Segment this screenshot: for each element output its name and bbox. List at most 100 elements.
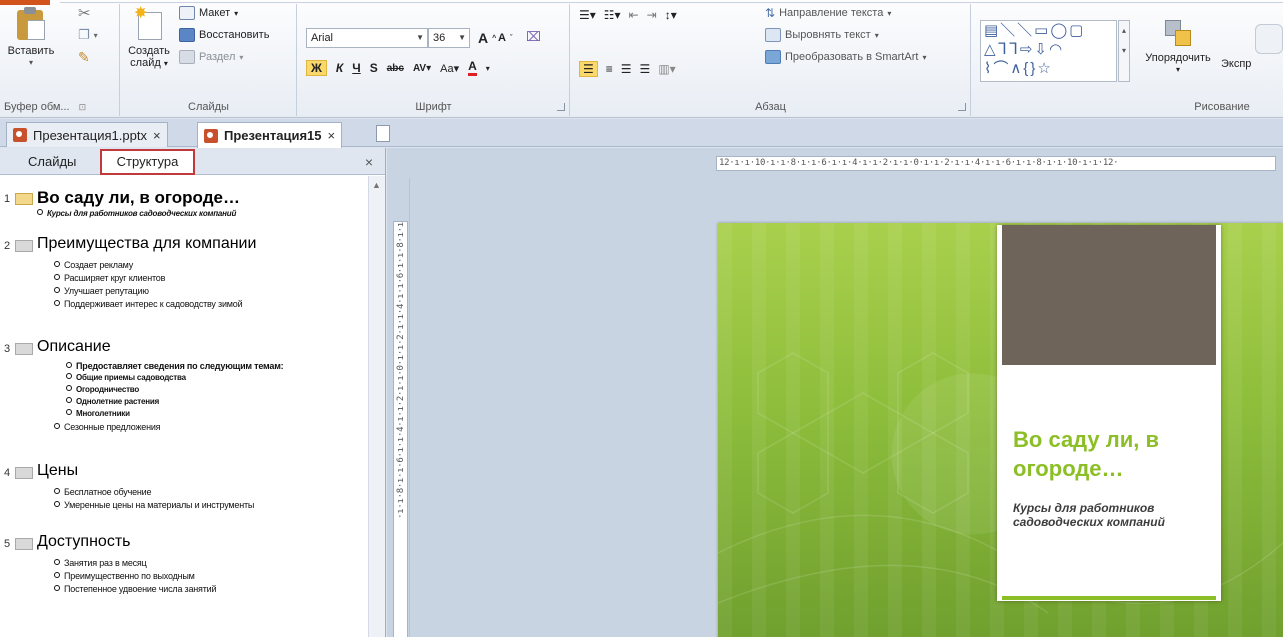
increase-indent-button[interactable]: ⇥ xyxy=(647,8,657,22)
sub-bullet-item[interactable]: Многолетники xyxy=(66,409,130,418)
bullet-item[interactable]: Расширяет круг клиентов xyxy=(54,273,165,283)
bullet-item[interactable]: Создает рекламу xyxy=(54,260,133,270)
bullet-item[interactable]: Бесплатное обучение xyxy=(54,487,152,497)
sub-bullet-item[interactable]: Общие приемы садоводства xyxy=(66,373,186,382)
slide-title[interactable]: Цены xyxy=(37,462,78,480)
copy-button[interactable]: ❐ ▾ xyxy=(78,26,98,44)
doc-tab-presentation15[interactable]: Презентация15 × xyxy=(197,122,343,148)
shrink-font-button[interactable]: Aˇ xyxy=(498,29,512,47)
slide-title[interactable]: Преимущества для компании xyxy=(37,235,256,253)
slide-title[interactable]: Доступность xyxy=(37,533,130,551)
align-right-button[interactable]: ☰ xyxy=(621,62,632,76)
align-text-button[interactable]: Выровнять текст ▾ xyxy=(765,26,879,44)
bullet-item[interactable]: Умеренные цены на материалы и инструмент… xyxy=(54,500,254,510)
scissors-icon: ✂ xyxy=(78,5,91,22)
tab-slides[interactable]: Слайды xyxy=(18,151,86,175)
new-slide-button[interactable]: ✸ Создать слайд ▾ xyxy=(125,6,173,70)
slide-title[interactable]: Во саду ли, в огороде… xyxy=(37,188,240,208)
bullet-item[interactable]: Преимущественно по выходным xyxy=(54,571,195,581)
slide-subtitle[interactable]: Курсы для работников садоводческих компа… xyxy=(37,209,236,218)
reset-button[interactable]: Восстановить xyxy=(179,26,269,44)
clipboard-group-label: Буфер обм... ⊡ xyxy=(4,101,87,113)
vertical-ruler[interactable]: ·ı·ı·8·ı·ı·6·ı·ı·4·ı·ı·2·ı·ı·0·ı·ı·2·ı·ı… xyxy=(393,221,408,637)
drawing-group-label: Рисование xyxy=(1194,101,1250,113)
slide-title[interactable]: Описание xyxy=(37,338,111,356)
new-document-icon[interactable] xyxy=(376,125,390,142)
shapes-gallery-scroll[interactable]: ▴ ▾ xyxy=(1118,20,1130,82)
shadow-button[interactable]: S xyxy=(370,61,378,75)
bullet-item[interactable]: Поддерживает интерес к садоводству зимой xyxy=(54,299,243,309)
quick-styles-button[interactable]: Экспр xyxy=(1221,55,1251,73)
title-photo-placeholder[interactable] xyxy=(1002,225,1216,365)
bullets-button[interactable]: ☰▾ xyxy=(579,8,596,22)
columns-button[interactable]: ▥▾ xyxy=(658,62,675,76)
ribbon: Вставить ▾ ✂ ❐ ▾ ✎ Буфер обм... ⊡ ✸ Созда… xyxy=(0,0,1283,118)
font-name-combo[interactable]: Arial ▼ xyxy=(306,28,428,48)
smartart-button[interactable]: Преобразовать в SmartArt ▾ xyxy=(765,48,926,66)
font-size-combo[interactable]: 36 ▼ xyxy=(428,28,470,48)
bullet-item[interactable]: Занятия раз в месяц xyxy=(54,558,147,568)
doc-tab-presentation1[interactable]: Презентация1.pptx × xyxy=(6,122,168,147)
align-left-button[interactable]: ☰ xyxy=(579,61,598,77)
section-button[interactable]: Раздел ▾ xyxy=(179,48,243,66)
cut-button[interactable]: ✂ xyxy=(78,4,91,22)
new-slide-label-1: Создать xyxy=(128,45,170,57)
align-center-button[interactable]: ≡ xyxy=(606,62,613,76)
paste-button[interactable]: Вставить ▾ xyxy=(4,6,58,69)
smartart-label: Преобразовать в SmartArt xyxy=(785,51,919,63)
clipboard-launcher-icon[interactable]: ⊡ xyxy=(79,102,87,112)
sub-bullet-item[interactable]: Однолетние растения xyxy=(66,397,159,406)
text-direction-button[interactable]: ⇅ Направление текста ▾ xyxy=(765,4,891,22)
font-format-row: Ж К Ч S abc AV▾ Aa▾ A ▾ xyxy=(306,60,490,76)
paragraph-group: ☰▾ ☷▾ ⇤ ⇥ ↕▾ ⇅ Направление текста ▾ Выров… xyxy=(571,4,971,116)
sub-heading-bullet[interactable]: Предоставляет сведения по следующим тема… xyxy=(66,361,284,371)
align-text-icon xyxy=(765,28,781,42)
smartart-icon xyxy=(765,50,781,64)
layout-button[interactable]: Макет ▾ xyxy=(179,4,238,22)
numbering-button[interactable]: ☷▾ xyxy=(604,8,621,22)
close-tab-icon[interactable]: × xyxy=(328,128,336,143)
slide-subtitle-text[interactable]: Курсы для работников садоводческих компа… xyxy=(1013,501,1213,529)
arrange-button[interactable]: Упорядочить ▾ xyxy=(1138,18,1218,76)
bullet-item[interactable]: Улучшает репутацию xyxy=(54,286,149,296)
char-spacing-button[interactable]: AV▾ xyxy=(413,63,431,74)
change-case-button[interactable]: Aa▾ xyxy=(440,62,459,75)
close-pane-icon[interactable]: × xyxy=(365,154,373,170)
close-tab-icon[interactable]: × xyxy=(153,128,161,143)
slide-number: 5 xyxy=(4,538,11,550)
shapes-gallery-row-3: ⌇⌒∧{}☆ xyxy=(984,60,1053,77)
line-spacing-button[interactable]: ↕▾ xyxy=(665,8,677,22)
paragraph-launcher-icon[interactable] xyxy=(958,103,966,111)
underline-button[interactable]: Ч xyxy=(352,61,360,75)
section-label: Раздел xyxy=(199,51,236,63)
document-tabs-bar: Презентация1.pptx × Презентация15 × xyxy=(0,119,1283,148)
format-painter-button[interactable]: ✎ xyxy=(78,48,90,66)
font-launcher-icon[interactable] xyxy=(557,103,565,111)
decrease-indent-button[interactable]: ⇤ xyxy=(629,8,639,22)
new-slide-icon: ✸ xyxy=(134,6,164,42)
clear-formatting-button[interactable]: ⌧ xyxy=(526,28,541,46)
scroll-up-icon[interactable]: ▲ xyxy=(372,180,381,190)
tab-outline[interactable]: Структура xyxy=(100,149,195,175)
text-direction-icon: ⇅ xyxy=(765,6,776,20)
sub-bullet-item[interactable]: Огородничество xyxy=(66,385,139,394)
grow-font-button[interactable]: A ^ xyxy=(478,29,496,47)
bullet-item[interactable]: Сезонные предложения xyxy=(54,422,161,432)
strikethrough-button[interactable]: abc xyxy=(387,63,404,74)
justify-button[interactable]: ☰ xyxy=(640,62,651,76)
italic-button[interactable]: К xyxy=(336,61,343,75)
outline-scrollbar[interactable]: ▲ xyxy=(368,176,385,637)
slides-outline-pane: Слайды Структура × 1 Во саду ли, в огоро… xyxy=(0,148,386,637)
horizontal-ruler[interactable]: 12·ı·ı·10·ı·ı·8·ı·ı·6·ı·ı·4·ı·ı·2·ı·ı·0·… xyxy=(716,156,1276,171)
font-color-button[interactable]: A xyxy=(468,60,477,76)
bullet-item[interactable]: Постепенное удвоение числа занятий xyxy=(54,584,217,594)
arrange-label: Упорядочить xyxy=(1145,52,1211,64)
slide-title-text[interactable]: Во саду ли, в огороде… xyxy=(1013,425,1213,483)
slide-canvas[interactable]: Во саду ли, в огороде… Курсы для работни… xyxy=(718,223,1283,637)
shapes-gallery[interactable]: ▤＼＼▭◯▢ △ᒣᒣ⇨⇩◠ ⌇⌒∧{}☆ xyxy=(980,20,1117,82)
font-group: Arial ▼ 36 ▼ A ^ Aˇ ⌧ Ж К Ч S abc AV▾ Aa▾ A… xyxy=(298,4,570,116)
doc-tab-label: Презентация1.pptx xyxy=(33,127,147,143)
title-card[interactable]: Во саду ли, в огороде… Курсы для работни… xyxy=(997,225,1221,601)
bold-button[interactable]: Ж xyxy=(306,60,327,76)
quick-styles-label: Экспр xyxy=(1221,58,1252,70)
